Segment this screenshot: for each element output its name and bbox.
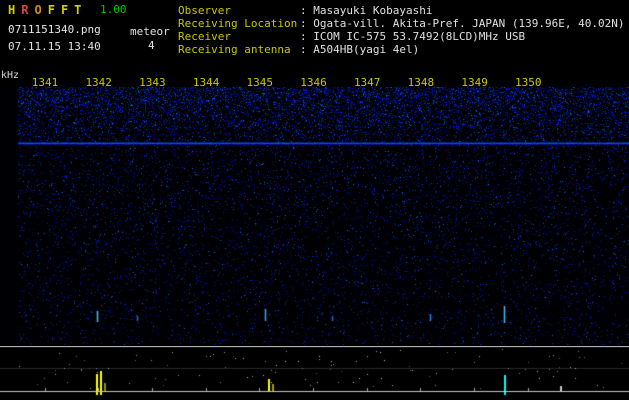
info-value: : A504HB(yagi 4el) [300, 43, 420, 56]
info-row: Receiving antenna : A504HB(yagi 4el) [178, 43, 625, 56]
datetime-label: 07.11.15 13:40 [8, 40, 101, 53]
station-info: Observer : Masayuki Kobayashi Receiving Lo… [178, 4, 625, 56]
title-letter: R [21, 3, 29, 17]
title-letter: H [8, 3, 16, 17]
meteor-count-value: 4 [148, 39, 155, 52]
info-value: : Ogata-vill. Akita-Pref. JAPAN (139.96E… [300, 17, 625, 30]
title-letter: F [60, 3, 69, 17]
info-value: : Masayuki Kobayashi [300, 4, 433, 17]
info-value: : ICOM IC-575 53.7492(8LCD)MHz USB [300, 30, 526, 43]
app-version: 1.00 [100, 3, 127, 16]
info-row: Receiver : ICOM IC-575 53.7492(8LCD)MHz U… [178, 30, 625, 43]
title-letter: F [47, 3, 55, 17]
info-label: Receiver [178, 30, 231, 43]
spectrogram-canvas [0, 87, 629, 345]
info-label: Receiving Location [178, 17, 298, 30]
info-row: Receiving Location: Ogata-vill. Akita-Pr… [178, 17, 625, 30]
info-row: Observer : Masayuki Kobayashi [178, 4, 625, 17]
info-label: Receiving antenna [178, 43, 291, 56]
level-panel-canvas [0, 346, 629, 400]
info-label: Observer [178, 4, 231, 17]
hrofft-screen: HROFFT 1.00 0711151340.png 07.11.15 13:4… [0, 0, 629, 400]
freq-unit-label: kHz [1, 70, 20, 81]
meteor-count-label: meteor [130, 25, 170, 38]
title-letter: O [34, 3, 42, 17]
app-title: HROFFT [8, 3, 87, 17]
title-letter: T [74, 3, 82, 17]
output-filename: 0711151340.png [8, 23, 101, 36]
